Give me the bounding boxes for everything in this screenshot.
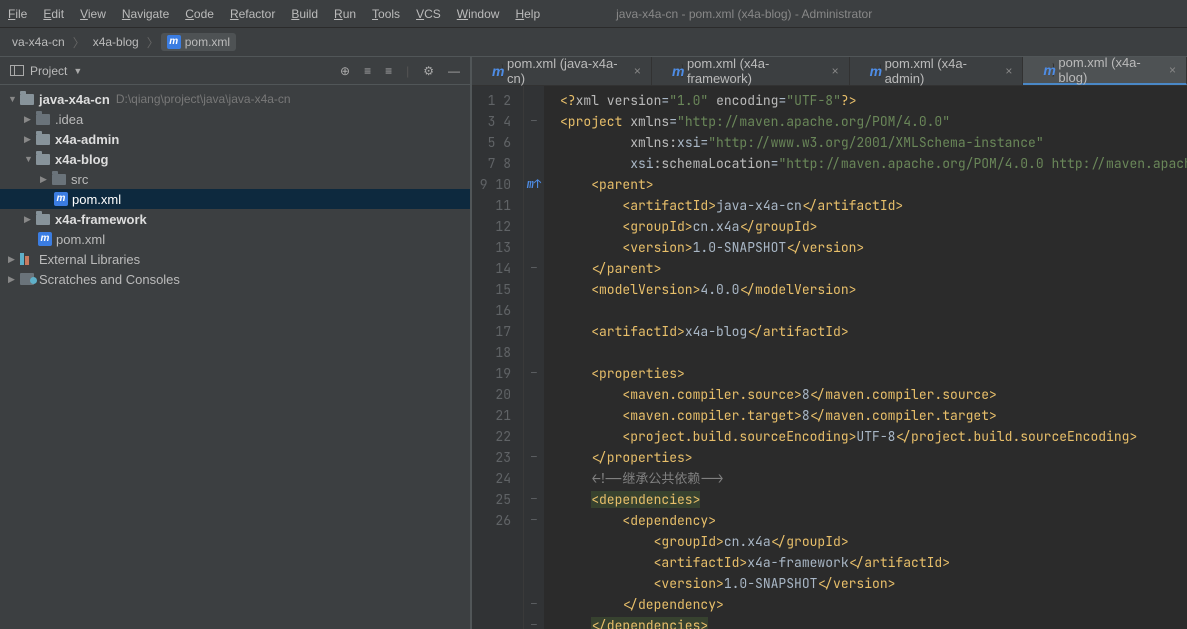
- tree-root-path: D:\qiang\project\java\java-x4a-cn: [116, 92, 291, 106]
- menu-file[interactable]: File: [8, 7, 27, 21]
- editor-area: m pom.xml (java-x4a-cn) × m pom.xml (x4a-fra…: [472, 57, 1187, 629]
- maven-icon: m: [1033, 63, 1054, 77]
- gear-icon[interactable]: ⚙: [423, 64, 434, 78]
- tree-label: External Libraries: [39, 252, 140, 267]
- close-icon[interactable]: ×: [1005, 64, 1012, 78]
- maven-icon: m: [38, 232, 52, 246]
- code-content[interactable]: <?xml version="1.0" encoding="UTF-8"?> <…: [544, 86, 1187, 629]
- tab-label: pom.xml (x4a-blog): [1058, 57, 1161, 85]
- tree-label: Scratches and Consoles: [39, 272, 180, 287]
- tree-label: x4a-blog: [55, 152, 108, 167]
- maven-icon: m: [54, 192, 68, 206]
- breadcrumb: va-x4a-cn 〉 x4a-blog 〉 m pom.xml: [0, 28, 1187, 57]
- editor-tab[interactable]: m pom.xml (java-x4a-cn) ×: [472, 57, 652, 85]
- tree-item-blog-pom[interactable]: m pom.xml: [0, 189, 470, 209]
- tree-item-ext-libraries[interactable]: ▶External Libraries: [0, 249, 470, 269]
- menu-navigate[interactable]: Navigate: [122, 7, 169, 21]
- collapse-icon[interactable]: ≡: [364, 64, 371, 78]
- tree-item-framework[interactable]: ▶x4a-framework: [0, 209, 470, 229]
- tree-label: pom.xml: [72, 192, 121, 207]
- code-editor[interactable]: 1 2 3 4 5 6 7 8 9 10 11 12 13 14 15 16 1…: [472, 86, 1187, 629]
- tree-item-admin[interactable]: ▶x4a-admin: [0, 129, 470, 149]
- menu-vcs[interactable]: VCS: [416, 7, 441, 21]
- crumb-module[interactable]: x4a-blog: [87, 33, 145, 51]
- library-icon: [20, 253, 34, 265]
- window-title: java-x4a-cn - pom.xml (x4a-blog) - Admin…: [616, 7, 872, 21]
- maven-icon: m: [662, 64, 683, 78]
- folder-icon: [36, 114, 50, 125]
- menu-view[interactable]: View: [80, 7, 106, 21]
- menu-bar: File Edit View Navigate Code Refactor Build Run…: [0, 0, 1187, 28]
- project-view-icon: [10, 65, 24, 76]
- tree-item-scratches[interactable]: ▶Scratches and Consoles: [0, 269, 470, 289]
- tree-item-idea[interactable]: ▶.idea: [0, 109, 470, 129]
- tree-root[interactable]: ▼java-x4a-cnD:\qiang\project\java\java-x…: [0, 89, 470, 109]
- maven-icon: m: [167, 35, 181, 49]
- tab-label: pom.xml (x4a-framework): [687, 57, 824, 86]
- close-icon[interactable]: ×: [1169, 63, 1176, 77]
- chevron-down-icon[interactable]: ▼: [73, 66, 82, 76]
- menu-code[interactable]: Code: [185, 7, 214, 21]
- chevron-right-icon: 〉: [73, 34, 85, 51]
- maven-icon: m: [860, 64, 881, 78]
- maven-icon: m: [482, 64, 503, 78]
- tree-item-root-pom[interactable]: m pom.xml: [0, 229, 470, 249]
- locate-icon[interactable]: ⊕: [340, 64, 350, 78]
- line-gutter: 1 2 3 4 5 6 7 8 9 10 11 12 13 14 15 16 1…: [472, 86, 524, 629]
- menu-window[interactable]: Window: [457, 7, 500, 21]
- project-panel: Project ▼ ⊕ ≡ ≡ | ⚙ — ▼java-x4a-cnD:\qia…: [0, 57, 472, 629]
- tree-label: src: [71, 172, 88, 187]
- tree-root-name: java-x4a-cn: [39, 92, 110, 107]
- close-icon[interactable]: ×: [634, 64, 641, 78]
- menu-tools[interactable]: Tools: [372, 7, 400, 21]
- chevron-right-icon: 〉: [147, 34, 159, 51]
- folder-icon: [52, 174, 66, 185]
- tree-item-src[interactable]: ▶src: [0, 169, 470, 189]
- folder-icon: [36, 134, 50, 145]
- crumb-root[interactable]: va-x4a-cn: [6, 33, 71, 51]
- menu-refactor[interactable]: Refactor: [230, 7, 275, 21]
- folder-icon: [36, 154, 50, 165]
- tab-label: pom.xml (java-x4a-cn): [507, 57, 626, 86]
- hide-icon[interactable]: —: [448, 64, 460, 78]
- editor-tab[interactable]: m pom.xml (x4a-blog) ×: [1023, 57, 1187, 85]
- tree-label: x4a-admin: [55, 132, 119, 147]
- tab-label: pom.xml (x4a-admin): [885, 57, 998, 86]
- editor-tabs: m pom.xml (java-x4a-cn) × m pom.xml (x4a-fra…: [472, 57, 1187, 86]
- project-label[interactable]: Project: [30, 64, 67, 78]
- menu-help[interactable]: Help: [515, 7, 540, 21]
- editor-tab[interactable]: m pom.xml (x4a-admin) ×: [850, 57, 1024, 85]
- tree-label: x4a-framework: [55, 212, 147, 227]
- menu-build[interactable]: Build: [291, 7, 318, 21]
- menu-run[interactable]: Run: [334, 7, 356, 21]
- editor-tab[interactable]: m pom.xml (x4a-framework) ×: [652, 57, 850, 85]
- crumb-file-label: pom.xml: [185, 35, 230, 49]
- project-tree: ▼java-x4a-cnD:\qiang\project\java\java-x…: [0, 85, 470, 629]
- close-icon[interactable]: ×: [832, 64, 839, 78]
- fold-gutter: ─m↑───────: [524, 86, 544, 629]
- folder-icon: [36, 214, 50, 225]
- folder-icon: [20, 94, 34, 105]
- tree-item-blog[interactable]: ▼x4a-blog: [0, 149, 470, 169]
- expand-icon[interactable]: ≡: [385, 64, 392, 78]
- tree-label: pom.xml: [56, 232, 105, 247]
- tree-label: .idea: [55, 112, 83, 127]
- scratch-icon: [20, 273, 34, 285]
- menu-edit[interactable]: Edit: [43, 7, 64, 21]
- crumb-file[interactable]: m pom.xml: [161, 33, 236, 52]
- project-toolbar: Project ▼ ⊕ ≡ ≡ | ⚙ —: [0, 57, 470, 85]
